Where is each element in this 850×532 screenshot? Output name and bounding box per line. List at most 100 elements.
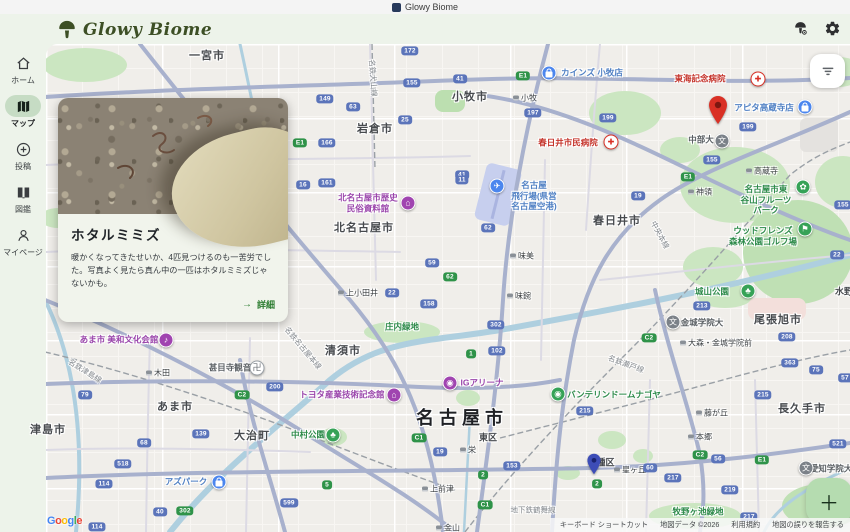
park-poi-icon[interactable]: ♣ [740, 283, 756, 299]
blue-pin[interactable] [585, 453, 603, 480]
map-station-label[interactable]: 上前津 [422, 484, 454, 495]
attribution-link[interactable]: キーボード ショートカット [560, 520, 648, 530]
map-filter-button[interactable] [810, 54, 845, 88]
route-badge: 139 [192, 429, 210, 439]
map-poi-label[interactable]: 北名古屋市歴史 民俗資料館 [338, 192, 398, 213]
plane-poi-icon[interactable]: ✈ [489, 178, 505, 194]
map-city-label: 津島市 [30, 424, 66, 436]
route-badge: 25 [398, 115, 412, 125]
map-station-label[interactable]: 上小田井 [338, 288, 378, 299]
sidebar-item-zukan[interactable]: 図鑑 [0, 181, 46, 215]
map-poi-label[interactable]: アズパーク [165, 477, 208, 488]
map-station-label[interactable]: 栄 [460, 445, 476, 456]
google-logo[interactable]: Google [47, 515, 82, 527]
map-station-label[interactable]: 本郷 [688, 432, 712, 443]
route-badge: 114 [88, 522, 106, 532]
map-poi-label[interactable]: あま市 美和文化会館 [80, 335, 159, 346]
park-poi-icon[interactable]: ♣ [325, 427, 341, 443]
route-badge: 2 [592, 479, 602, 489]
map-city-label: 小牧市 [452, 91, 488, 103]
post-preview-card[interactable]: ホタルミミズ 暖かくなってきたせいか、4匹見つけるのも一苦労でした。写真よく見た… [58, 98, 288, 323]
route-badge: C1 [477, 500, 493, 510]
sidebar-item-map[interactable]: マップ [0, 95, 46, 129]
window-title: Glowy Biome [404, 2, 458, 12]
map-poi-label[interactable]: 甚目寺観音 [209, 363, 252, 374]
map-poi-label[interactable]: バンテリンドームナゴヤ [567, 390, 661, 401]
map-station-label[interactable]: 星ヶ丘 [614, 465, 646, 476]
map-station-label[interactable]: 金山 [436, 523, 460, 532]
hospital-poi-icon[interactable]: ✚ [603, 134, 619, 150]
hospital-poi-icon[interactable]: ✚ [750, 71, 766, 87]
book-icon [5, 181, 41, 203]
attribution-link[interactable]: 利用規約 [731, 520, 760, 530]
map-poi-label[interactable]: アピタ高蔵寺店 [734, 103, 794, 114]
route-badge: 363 [781, 358, 799, 368]
attribution-link[interactable]: 地図の誤りを報告する [772, 520, 844, 530]
flower-poi-icon[interactable]: ✿ [795, 179, 811, 195]
temple-poi-icon[interactable]: 卍 [249, 360, 265, 376]
train-station-icon [688, 434, 694, 440]
map-poi-label[interactable]: トヨタ産業技術記念館 [299, 390, 384, 401]
museum-poi-icon[interactable]: ⌂ [386, 387, 402, 403]
window-titlebar: Glowy Biome [0, 0, 850, 15]
map-poi-label[interactable]: ウッドフレンズ 森林公園ゴルフ場 [729, 225, 797, 246]
map-station-label[interactable]: 小牧 [513, 93, 537, 104]
school-poi-icon[interactable]: 文 [665, 314, 681, 330]
route-badge: 521 [829, 439, 847, 449]
map-poi-label[interactable]: 牧野ヶ池緑地 [672, 507, 723, 518]
map-poi-label[interactable]: 愛知学院大 [810, 464, 850, 475]
shop-poi-icon[interactable] [797, 99, 813, 115]
map-poi-label[interactable]: 金城学院大 [681, 318, 724, 329]
map-poi-label[interactable]: 庄内緑地 [385, 322, 419, 333]
map-poi-label[interactable]: 城山公園 [695, 287, 729, 298]
music-poi-icon[interactable]: ♪ [158, 332, 174, 348]
map-station-label[interactable]: 藤が丘 [696, 408, 728, 419]
route-badge: 19 [433, 447, 447, 457]
route-badge: 68 [137, 438, 151, 448]
stadium-poi-icon[interactable]: ◉ [550, 386, 566, 402]
map-station-label[interactable]: 高蔵寺 [746, 166, 778, 177]
route-badge: 302 [487, 320, 505, 330]
map-poi-label[interactable]: 春日井市民病院 [538, 138, 598, 149]
map-station-label[interactable]: 木田 [146, 368, 170, 379]
sidebar-item-post[interactable]: 投稿 [0, 138, 46, 172]
map-station-label[interactable]: 味美 [510, 251, 534, 262]
route-badge: 2 [478, 470, 488, 480]
route-badge: 166 [318, 138, 336, 148]
app-window: Glowy Biome Glowy Biome ホーム マップ 投稿 図鑑 マイ… [0, 0, 850, 532]
map-station-label[interactable]: 大森・金城学院前 [680, 338, 752, 349]
map-station-label[interactable]: 味鋺 [507, 291, 531, 302]
shop-poi-icon[interactable] [211, 474, 227, 490]
arena-poi-icon[interactable]: ◉ [442, 375, 458, 391]
map-poi-label[interactable]: 中部大 [688, 135, 714, 146]
mushroom-status-icon[interactable] [790, 18, 810, 38]
app-logo[interactable]: Glowy Biome [56, 16, 212, 44]
route-badge: 79 [78, 390, 92, 400]
school-poi-icon[interactable]: 文 [714, 133, 730, 149]
sidebar-item-mypage[interactable]: マイページ [0, 224, 46, 258]
map-poi-label[interactable]: 名古屋市東 谷山フルーツ パーク [741, 184, 792, 216]
map-station-label[interactable]: 神領 [688, 187, 712, 198]
map-poi-label[interactable]: IGアリーナ [461, 378, 504, 389]
train-station-icon [513, 95, 519, 101]
train-station-icon [338, 290, 344, 296]
route-badge: C2 [641, 333, 657, 343]
museum-poi-icon[interactable]: ⌂ [400, 195, 416, 211]
map-poi-label[interactable]: 名古屋 飛行場(県営 名古屋空港) [511, 180, 556, 212]
red-pin[interactable] [706, 95, 730, 130]
settings-gear-icon[interactable] [822, 18, 842, 38]
school-poi-icon[interactable]: 文 [798, 460, 814, 476]
route-badge: 62 [443, 272, 457, 282]
map-icon [5, 95, 41, 117]
map-poi-label[interactable]: 東海記念病院 [674, 74, 725, 85]
shop-poi-icon[interactable] [541, 65, 557, 81]
map-poi-label[interactable]: カインズ 小牧店 [561, 68, 623, 79]
route-badge: 22 [830, 250, 844, 260]
route-badge: 215 [754, 390, 772, 400]
sidebar-nav: ホームマップ投稿図鑑マイページ [0, 44, 46, 532]
post-detail-link[interactable]: → 詳細 [71, 298, 275, 313]
map-attribution-bar: キーボード ショートカット 地図データ ©2026 利用規約 地図の誤りを報告する [549, 518, 850, 532]
golf-poi-icon[interactable]: ⚑ [797, 221, 813, 237]
sidebar-item-home[interactable]: ホーム [0, 52, 46, 86]
map-poi-label[interactable]: 中村公園 [291, 430, 325, 441]
